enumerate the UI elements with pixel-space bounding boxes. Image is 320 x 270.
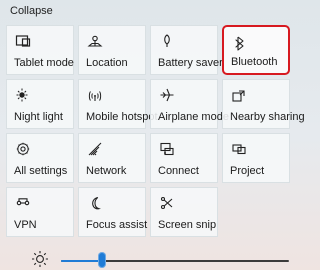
tile-label: Night light [14, 111, 63, 123]
tile-label: Tablet mode [14, 57, 74, 69]
tablet-mode-icon [15, 35, 31, 47]
action-center-header: Collapse [0, 0, 300, 22]
tile-mobile-hotspot[interactable]: Mobile hotspot [78, 79, 158, 129]
tile-label: Battery saver [158, 57, 223, 69]
tile-connect[interactable]: Connect [150, 133, 218, 183]
project-icon [232, 144, 246, 155]
tile-network[interactable]: Network [78, 133, 146, 183]
tile-location[interactable]: Location [78, 25, 146, 75]
all-settings-icon [16, 142, 30, 156]
tile-label: Mobile hotspot [86, 111, 158, 123]
brightness-slider[interactable] [61, 252, 289, 268]
tile-nearby-sharing[interactable]: Nearby sharing [222, 79, 305, 129]
location-icon [87, 35, 103, 47]
focus-assist-icon [92, 196, 101, 210]
tile-bluetooth[interactable]: Bluetooth [222, 25, 290, 75]
tile-vpn[interactable]: VPN [6, 187, 74, 237]
vpn-icon [16, 198, 30, 206]
airplane-mode-icon [160, 88, 174, 102]
tile-label: Network [86, 165, 127, 177]
tile-all-settings[interactable]: All settings [6, 133, 74, 183]
tile-battery-saver[interactable]: Battery saver [150, 25, 223, 75]
brightness-icon [32, 251, 48, 267]
collapse-link[interactable]: Collapse [10, 5, 53, 17]
tile-screen-snip[interactable]: Screen snip [150, 187, 218, 237]
quick-actions-grid: Tablet mode Location Battery saver Bluet… [6, 25, 305, 237]
tile-label: Bluetooth [231, 56, 278, 68]
tile-tablet-mode[interactable]: Tablet mode [6, 25, 74, 75]
connect-icon [160, 142, 174, 156]
slider-thumb[interactable] [98, 252, 107, 268]
tile-label: Screen snip [158, 219, 217, 231]
tile-label: Connect [158, 165, 199, 177]
tile-label: Project [230, 165, 265, 177]
tile-focus-assist[interactable]: Focus assist [78, 187, 148, 237]
slider-fill [61, 260, 103, 262]
tile-label: All settings [14, 165, 68, 177]
screen-snip-icon [160, 196, 173, 210]
night-light-icon [16, 88, 28, 102]
nearby-sharing-icon [232, 90, 245, 102]
bluetooth-icon [235, 36, 244, 51]
tile-label: Airplane mode [158, 111, 229, 123]
network-icon [88, 142, 102, 156]
tile-project[interactable]: Project [222, 133, 290, 183]
tile-label: Location [86, 57, 128, 69]
tile-airplane-mode[interactable]: Airplane mode [150, 79, 229, 129]
tile-label: VPN [14, 219, 37, 231]
battery-saver-icon [164, 34, 170, 47]
tile-night-light[interactable]: Night light [6, 79, 74, 129]
tile-label: Focus assist [86, 219, 148, 231]
tile-label: Nearby sharing [230, 111, 305, 123]
brightness-control [0, 242, 300, 270]
mobile-hotspot-icon [88, 91, 102, 101]
